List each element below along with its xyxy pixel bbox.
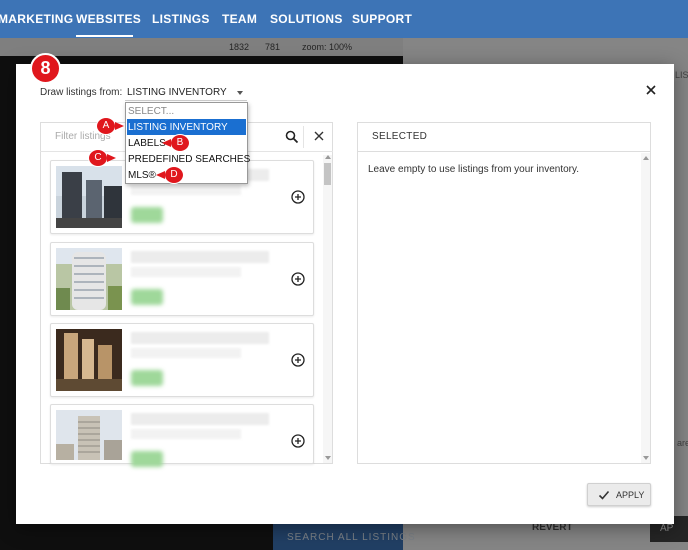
listing-address-blurred	[131, 267, 241, 277]
step-number-badge: 8	[30, 53, 61, 84]
checkmark-icon	[598, 490, 610, 500]
nav-item-support[interactable]: SUPPORT	[352, 12, 412, 26]
listing-address-blurred	[131, 185, 241, 195]
callout-label: B	[170, 134, 190, 152]
dropdown-option-predefined-searches[interactable]: PREDEFINED SEARCHES	[127, 151, 250, 167]
dropdown-option-mls[interactable]: MLS®	[127, 167, 246, 183]
callout-pointer	[115, 122, 124, 130]
add-listing-icon[interactable]	[291, 190, 305, 204]
listing-address-blurred	[131, 348, 241, 358]
add-listing-icon[interactable]	[291, 272, 305, 286]
listing-title-blurred	[131, 251, 269, 263]
filter-divider	[303, 126, 304, 148]
apply-button[interactable]: APPLY	[587, 483, 651, 506]
selected-title: SELECTED	[372, 131, 428, 142]
search-icon[interactable]	[285, 130, 299, 144]
listing-price-blurred	[131, 207, 163, 223]
nav-item-listings[interactable]: LISTINGS	[152, 12, 210, 26]
listing-title-blurred	[131, 413, 269, 425]
callout-label: A	[96, 117, 116, 135]
add-listing-icon[interactable]	[291, 353, 305, 367]
nav-item-websites[interactable]: WEBSITES	[76, 12, 141, 26]
dropdown-option-listing-inventory[interactable]: LISTING INVENTORY	[127, 119, 246, 135]
listing-price-blurred	[131, 289, 163, 305]
listing-photo	[56, 166, 122, 228]
top-nav: MARKETING WEBSITES LISTINGS TEAM SOLUTIO…	[0, 0, 688, 38]
listing-photo	[56, 329, 122, 391]
scroll-down-arrow-icon[interactable]	[643, 456, 649, 460]
nav-item-team[interactable]: TEAM	[222, 12, 257, 26]
scroll-down-arrow-icon[interactable]	[325, 456, 331, 460]
close-icon[interactable]	[645, 84, 657, 96]
callout-pointer	[162, 139, 171, 147]
draw-listings-label: Draw listings from:	[40, 87, 123, 98]
listing-source-select[interactable]: LISTING INVENTORY	[125, 84, 247, 101]
selected-empty-message: Leave empty to use listings from your in…	[368, 164, 580, 175]
listing-source-value: LISTING INVENTORY	[127, 87, 227, 98]
listing-card[interactable]	[50, 242, 314, 316]
selected-scrollbar[interactable]	[641, 153, 650, 463]
add-listing-icon[interactable]	[291, 434, 305, 448]
callout-pointer	[107, 154, 116, 162]
apply-label: APPLY	[616, 490, 645, 500]
listing-price-blurred	[131, 451, 163, 467]
scroll-up-arrow-icon[interactable]	[643, 156, 649, 160]
listing-photo	[56, 410, 122, 460]
caret-down-icon	[237, 91, 243, 95]
clear-filter-icon[interactable]	[313, 130, 325, 142]
nav-item-marketing[interactable]: MARKETING	[0, 12, 73, 26]
scrollbar-thumb[interactable]	[324, 163, 331, 185]
callout-label: D	[164, 166, 184, 184]
listings-scrollbar[interactable]	[323, 155, 332, 463]
scroll-up-arrow-icon[interactable]	[325, 155, 331, 159]
listing-address-blurred	[131, 429, 241, 439]
nav-item-solutions[interactable]: SOLUTIONS	[270, 12, 343, 26]
listing-price-blurred	[131, 370, 163, 386]
dropdown-option-select[interactable]: SELECT...	[127, 103, 246, 119]
listing-title-blurred	[131, 332, 269, 344]
listing-card[interactable]	[50, 404, 314, 467]
active-nav-indicator	[76, 35, 133, 37]
listing-photo	[56, 248, 122, 310]
callout-label: C	[88, 149, 108, 167]
listing-card[interactable]	[50, 323, 314, 397]
callout-pointer	[156, 171, 165, 179]
